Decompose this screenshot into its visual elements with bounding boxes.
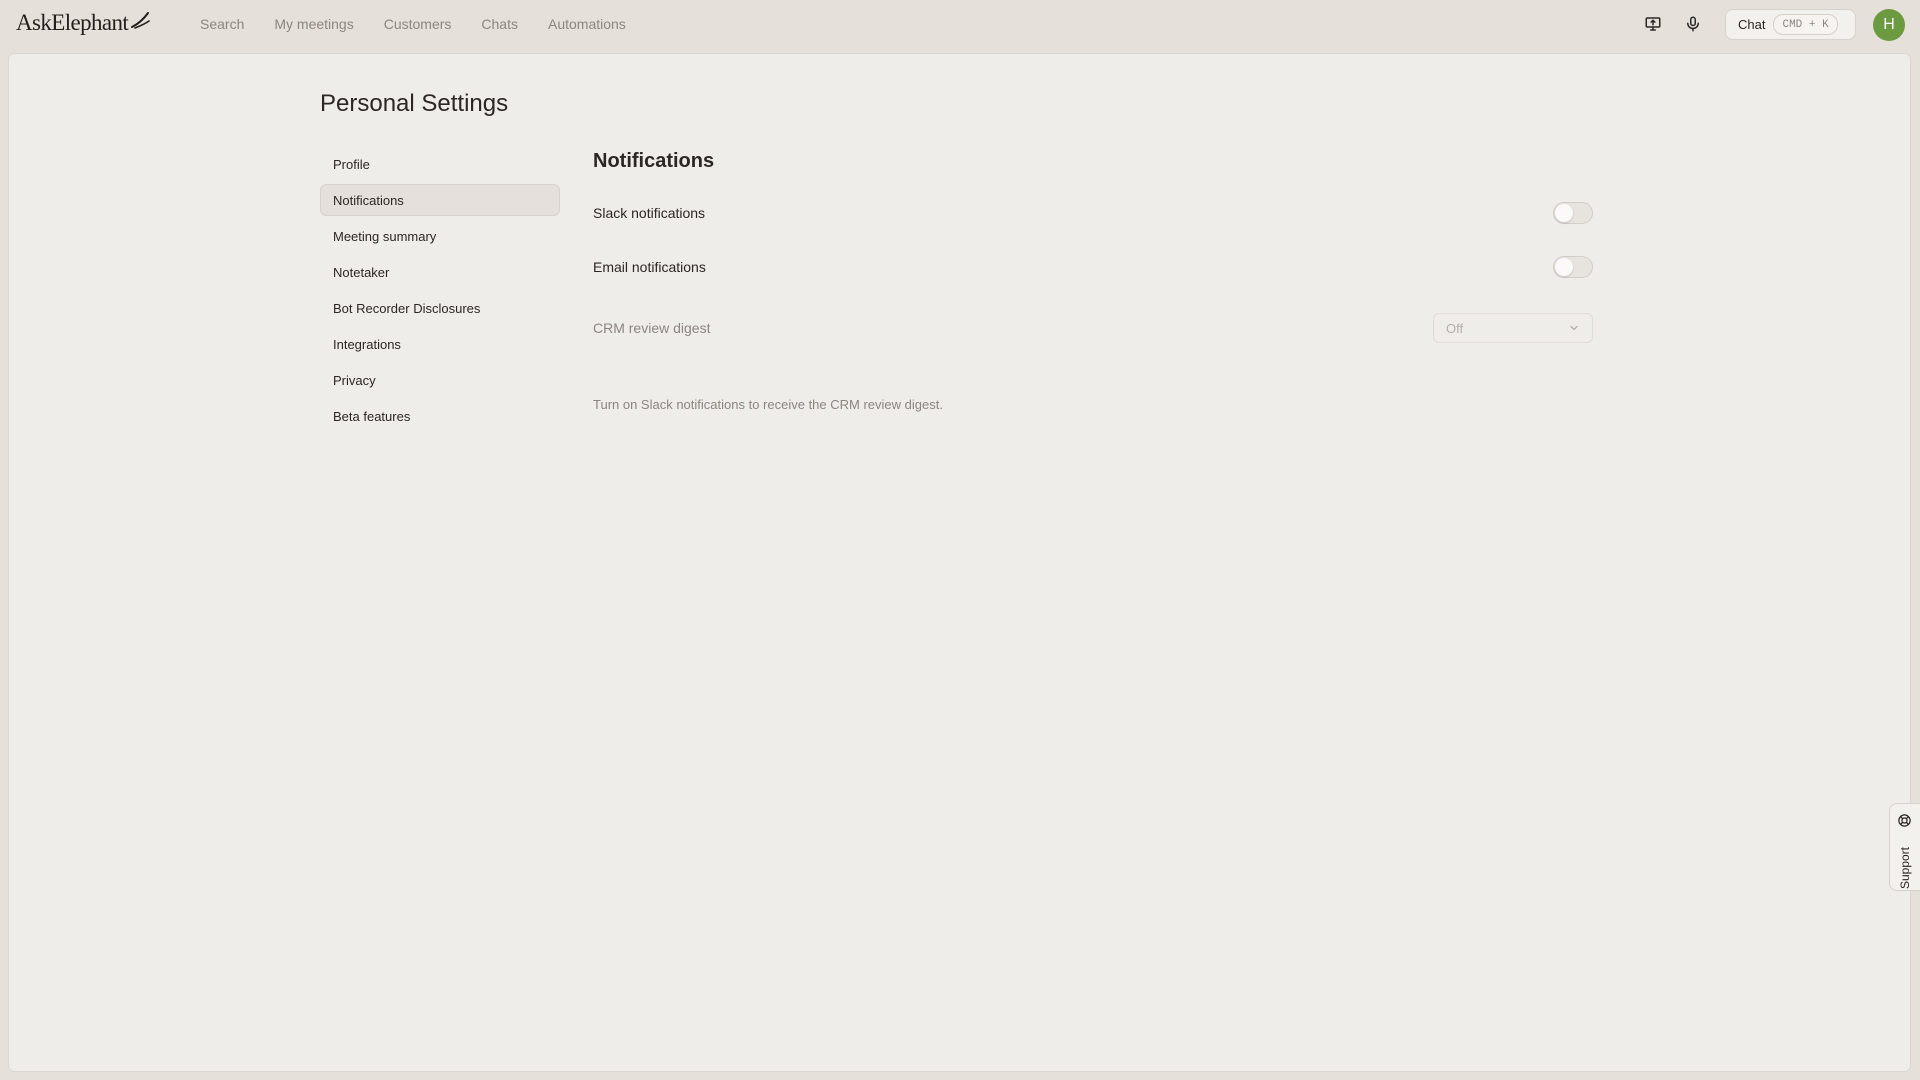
main-nav: Search My meetings Customers Chats Autom… [200,0,656,48]
crm-review-digest-label: CRM review digest [593,320,711,336]
brand-name: AskElephant [16,10,129,35]
settings-nav-beta-features[interactable]: Beta features [320,400,560,432]
notifications-section: Notifications Slack notifications Email … [593,150,1593,412]
nav-chats[interactable]: Chats [481,16,518,32]
support-label: Support [1898,846,1912,890]
chat-button[interactable]: Chat CMD + K [1725,9,1856,40]
elephant-trunk-icon [131,12,151,29]
crm-review-digest-select[interactable]: Off [1433,313,1593,343]
email-notifications-row: Email notifications [593,255,1593,279]
toggle-knob [1555,258,1573,276]
chat-shortcut: CMD + K [1773,14,1838,35]
nav-customers[interactable]: Customers [384,16,452,32]
chevron-down-icon [1570,325,1578,331]
support-tab[interactable]: Support [1889,803,1920,891]
section-title: Notifications [593,150,715,172]
settings-nav-privacy[interactable]: Privacy [320,364,560,396]
top-bar: AskElephant Search My meetings Customers… [0,0,1920,52]
toggle-knob [1555,204,1573,222]
settings-nav-profile[interactable]: Profile [320,148,560,180]
email-notifications-toggle[interactable] [1553,256,1593,278]
crm-review-digest-helper: Turn on Slack notifications to receive t… [593,397,943,412]
settings-nav-meeting-summary[interactable]: Meeting summary [320,220,560,252]
crm-review-digest-value: Off [1446,320,1464,336]
present-screen-button[interactable] [1641,12,1665,36]
settings-nav-bot-recorder-disclosures[interactable]: Bot Recorder Disclosures [320,292,560,324]
settings-nav: Profile Notifications Meeting summary No… [320,148,560,436]
nav-my-meetings[interactable]: My meetings [274,16,353,32]
settings-nav-integrations[interactable]: Integrations [320,328,560,360]
avatar[interactable]: H [1873,9,1905,41]
microphone-button[interactable] [1681,12,1705,36]
lifebuoy-icon [1898,814,1911,827]
main-panel: Personal Settings Profile Notifications … [8,53,1911,1072]
nav-search[interactable]: Search [200,16,244,32]
settings-nav-notetaker[interactable]: Notetaker [320,256,560,288]
crm-review-digest-row: CRM review digest Off [593,313,1593,343]
settings-nav-notifications[interactable]: Notifications [320,184,560,216]
chat-label: Chat [1738,17,1766,32]
present-screen-icon [1645,17,1661,31]
page-title: Personal Settings [320,90,509,117]
slack-notifications-row: Slack notifications [593,201,1593,225]
microphone-icon [1687,16,1699,32]
email-notifications-label: Email notifications [593,259,706,275]
brand-logo[interactable]: AskElephant [16,10,151,36]
slack-notifications-label: Slack notifications [593,205,706,221]
nav-automations[interactable]: Automations [548,16,626,32]
slack-notifications-toggle[interactable] [1553,202,1593,224]
